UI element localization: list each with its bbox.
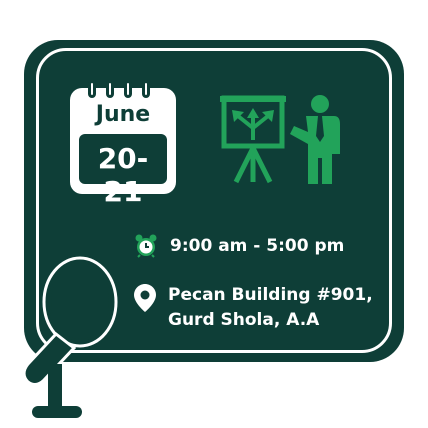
- calendar-ring: [88, 80, 96, 98]
- calendar-ring: [124, 80, 132, 98]
- location-line-1: Pecan Building #901,: [168, 285, 373, 305]
- calendar-icon: June 20-21: [70, 80, 176, 208]
- microphone-icon: [22, 256, 118, 418]
- presenter-icon: [220, 95, 340, 184]
- location-line-2: Gurd Shola, A.A: [168, 310, 320, 330]
- calendar-month: June: [95, 102, 151, 127]
- event-time: 9:00 am - 5:00 pm: [170, 236, 345, 256]
- calendar-ring: [106, 80, 114, 98]
- event-location: Pecan Building #901, Gurd Shola, A.A: [168, 283, 373, 333]
- calendar-ring: [142, 80, 150, 98]
- calendar-date-box: 20-21: [79, 134, 167, 208]
- location-pin-icon: [134, 284, 156, 312]
- alarm-clock-icon: [135, 234, 157, 258]
- calendar-dates: 20-21: [97, 142, 149, 208]
